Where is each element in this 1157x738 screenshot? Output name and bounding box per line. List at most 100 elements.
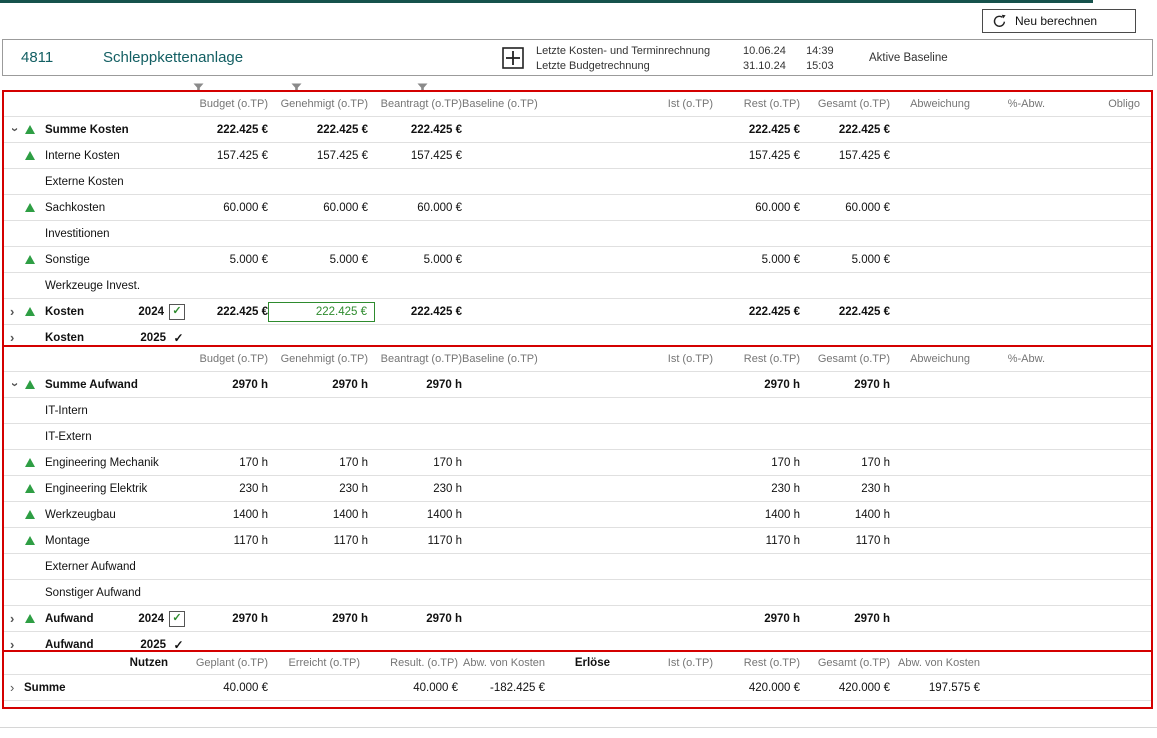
cell: 222.425 €: [368, 306, 462, 318]
row-label-cell: › Summe Aufwand: [4, 372, 190, 397]
row-label: Summe Aufwand: [45, 379, 138, 391]
last-budget-calc-datetime: 31.10.24 15:03: [743, 59, 834, 74]
row-label-cell: Werkzeugbau: [4, 502, 190, 527]
cell: 170 h: [268, 457, 368, 469]
cell: 170 h: [713, 457, 800, 469]
row-label-cell: Sonstiger Aufwand: [4, 580, 190, 605]
row-label: IT-Extern: [45, 431, 92, 443]
recalculate-button[interactable]: Neu berechnen: [982, 9, 1136, 33]
chevron-down-icon[interactable]: ›: [9, 376, 22, 393]
year-checkbox[interactable]: ✓: [169, 304, 185, 320]
row-label-cell: Werkzeuge Invest.: [4, 273, 190, 298]
cell: 2970 h: [713, 613, 800, 625]
table-row: ›Kosten2024✓222.425 €222.425 €222.425 €2…: [4, 299, 1151, 325]
cell: 60.000 €: [800, 202, 890, 214]
row-label: Summe: [24, 682, 66, 694]
last-calculation-labels: Letzte Kosten- und Terminrechnung Letzte…: [536, 44, 710, 74]
row-label-cell: ›Summe: [4, 675, 168, 700]
row-label-cell: Externe Kosten: [4, 169, 190, 194]
table-row: Externe Kosten: [4, 169, 1151, 195]
cell: 1170 h: [368, 535, 462, 547]
selected-cell[interactable]: 222.425 €: [268, 302, 375, 322]
cell: 2970 h: [800, 613, 890, 625]
cell: 40.000 €: [168, 682, 268, 694]
row-label: Sachkosten: [45, 202, 105, 214]
chevron-right-icon[interactable]: ›: [7, 331, 24, 344]
cell: 1400 h: [190, 509, 268, 521]
column-header: Nutzen: [4, 657, 168, 669]
chevron-down-icon[interactable]: ›: [9, 121, 22, 138]
triangle-up-icon: [25, 151, 35, 160]
row-label: Kosten: [45, 306, 84, 318]
refresh-icon: [992, 14, 1007, 29]
column-header: Genehmigt (o.TP): [268, 98, 368, 110]
cell: 1170 h: [268, 535, 368, 547]
column-header: Abw. von Kosten: [890, 657, 980, 669]
row-label: Montage: [45, 535, 90, 547]
chevron-right-icon[interactable]: ›: [7, 612, 24, 625]
cell: 1170 h: [800, 535, 890, 547]
plus-icon[interactable]: [502, 47, 524, 69]
table-row: ›Aufwand2024✓2970 h2970 h2970 h2970 h297…: [4, 606, 1151, 632]
table-row: ›Summe40.000 €40.000 €-182.425 €420.000 …: [4, 675, 1151, 701]
row-label-cell: Interne Kosten: [4, 143, 190, 168]
active-baseline-label: Aktive Baseline: [869, 52, 948, 64]
chevron-right-icon[interactable]: ›: [7, 305, 24, 318]
column-header: Rest (o.TP): [713, 657, 800, 669]
column-header: Abweichung: [890, 353, 970, 365]
table-header-row: Budget (o.TP)Genehmigt (o.TP)Beantragt (…: [4, 92, 1151, 117]
row-label: Engineering Elektrik: [45, 483, 147, 495]
project-name: Schleppkettenanlage: [103, 49, 243, 66]
recalculate-label: Neu berechnen: [1015, 14, 1097, 28]
row-label-cell: Investitionen: [4, 221, 190, 246]
cell: 60.000 €: [368, 202, 462, 214]
cell: 2970 h: [268, 379, 368, 391]
row-label: Kosten: [45, 332, 84, 344]
column-header: %-Abw.: [970, 353, 1045, 365]
table-row: Engineering Mechanik170 h170 h170 h170 h…: [4, 450, 1151, 476]
year-label: 2024: [138, 613, 164, 625]
row-label-cell: Engineering Mechanik: [4, 450, 190, 475]
cell: 5.000 €: [190, 254, 268, 266]
column-header: Rest (o.TP): [713, 353, 800, 365]
cell: 197.575 €: [890, 682, 980, 694]
benefit-table: NutzenGeplant (o.TP)Erreicht (o.TP)Resul…: [2, 650, 1153, 709]
column-header: Genehmigt (o.TP): [268, 353, 368, 365]
year-checkbox[interactable]: ✓: [169, 611, 185, 627]
cell: 1170 h: [713, 535, 800, 547]
triangle-up-icon: [25, 536, 35, 545]
cell: 2970 h: [368, 613, 462, 625]
row-label: Interne Kosten: [45, 150, 120, 162]
column-header: Obligo: [1045, 98, 1140, 110]
last-calculation-dates: 10.06.24 14:39 31.10.24 15:03: [743, 44, 834, 74]
year-checkmark[interactable]: ✓: [171, 331, 186, 345]
row-label-cell: ›Summe Kosten: [4, 117, 190, 142]
check-icon: ✓: [172, 613, 181, 624]
cell: 60.000 €: [713, 202, 800, 214]
cell: 2970 h: [368, 379, 462, 391]
status-triangle-icon: [24, 307, 45, 316]
row-label: Werkzeugbau: [45, 509, 116, 521]
table-row: IT-Extern: [4, 424, 1151, 450]
table-row: Interne Kosten157.425 €157.425 €157.425 …: [4, 143, 1151, 169]
row-label: Aufwand: [45, 613, 94, 625]
row-label-cell: Sachkosten: [4, 195, 190, 220]
column-header: Baseline (o.TP): [462, 353, 532, 365]
cell: -182.425 €: [458, 682, 545, 694]
column-header: Erreicht (o.TP): [268, 657, 360, 669]
column-header: Gesamt (o.TP): [800, 353, 890, 365]
table-row: Werkzeugbau1400 h1400 h1400 h1400 h1400 …: [4, 502, 1151, 528]
check-icon: ✓: [172, 306, 181, 317]
status-triangle-icon: [24, 484, 45, 493]
cell: 2970 h: [268, 613, 368, 625]
row-label-cell: › Aufwand 2024 ✓: [4, 606, 190, 631]
chevron-right-icon[interactable]: ›: [7, 681, 24, 694]
column-header: Erlöse: [545, 657, 610, 669]
cell: 1400 h: [713, 509, 800, 521]
effort-table: Budget (o.TP)Genehmigt (o.TP)Beantragt (…: [2, 345, 1153, 659]
column-header: Ist (o.TP): [532, 98, 713, 110]
triangle-up-icon: [25, 380, 35, 389]
column-header: Abw. von Kosten: [458, 657, 545, 669]
column-header: Rest (o.TP): [713, 98, 800, 110]
table-header-row: Budget (o.TP)Genehmigt (o.TP)Beantragt (…: [4, 347, 1151, 372]
